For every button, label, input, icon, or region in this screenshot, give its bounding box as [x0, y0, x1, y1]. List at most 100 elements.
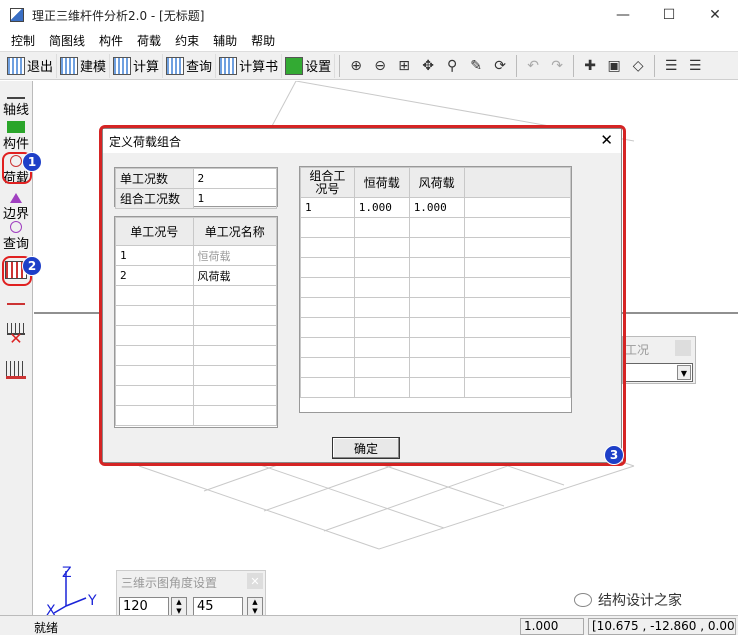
query-tool[interactable]: 查询: [1, 221, 31, 252]
axis-tool[interactable]: 轴线: [1, 87, 31, 118]
table-cell[interactable]: [463, 377, 572, 398]
table-cell[interactable]: [115, 405, 194, 426]
member-tool[interactable]: 构件: [1, 121, 31, 152]
table-cell[interactable]: [353, 377, 410, 398]
table-cell[interactable]: [115, 345, 194, 366]
load-edit-tool[interactable]: [1, 361, 31, 379]
build-button[interactable]: 建模: [57, 53, 111, 78]
table-cell[interactable]: [115, 305, 194, 326]
table-cell[interactable]: [192, 365, 278, 386]
table-cell[interactable]: 恒荷载: [192, 245, 278, 266]
table-cell[interactable]: [300, 377, 355, 398]
exit-button[interactable]: 退出: [4, 53, 58, 78]
crosshair-icon[interactable]: ✚: [578, 54, 602, 78]
spin-up-icon[interactable]: ▲: [252, 598, 257, 607]
table-cell[interactable]: [408, 357, 465, 378]
rotate-icon[interactable]: ⟳: [488, 54, 512, 78]
table-cell[interactable]: 风荷载: [192, 265, 278, 286]
table-cell[interactable]: [353, 317, 410, 338]
table-cell[interactable]: [408, 337, 465, 358]
table-cell[interactable]: [353, 217, 410, 238]
table-cell[interactable]: [408, 217, 465, 238]
menu-load[interactable]: 荷载: [130, 32, 168, 49]
redo-icon[interactable]: ↷: [545, 54, 569, 78]
table-cell[interactable]: [300, 297, 355, 318]
table-cell[interactable]: [300, 217, 355, 238]
table-cell[interactable]: [408, 277, 465, 298]
table-cell[interactable]: 1: [300, 197, 355, 218]
table-cell[interactable]: [463, 197, 572, 218]
menu-control[interactable]: 控制: [4, 32, 42, 49]
table-cell[interactable]: [408, 317, 465, 338]
background-panel-close[interactable]: [675, 340, 691, 356]
table-cell[interactable]: [115, 285, 194, 306]
zoom-window-icon[interactable]: ⊞: [392, 54, 416, 78]
gem-icon[interactable]: ◇: [626, 54, 650, 78]
table-cell[interactable]: [300, 317, 355, 338]
settings-button[interactable]: 设置: [282, 53, 336, 78]
minimize-button[interactable]: —: [600, 0, 646, 30]
table-cell[interactable]: [408, 377, 465, 398]
angle-input-1[interactable]: 120: [119, 597, 169, 617]
boundary-tool[interactable]: 边界: [1, 191, 31, 222]
table-cell[interactable]: [192, 325, 278, 346]
table-cell[interactable]: [353, 337, 410, 358]
table-cell[interactable]: [300, 357, 355, 378]
table-cell[interactable]: [463, 337, 572, 358]
menu-diagram-line[interactable]: 简图线: [42, 32, 92, 49]
table-cell[interactable]: [192, 345, 278, 366]
table-cell[interactable]: [192, 305, 278, 326]
zoom-in-icon[interactable]: ⊕: [344, 54, 368, 78]
table-cell[interactable]: 2: [115, 265, 194, 286]
layers-alt-icon[interactable]: ☰: [683, 54, 707, 78]
redraw-icon[interactable]: ✎: [464, 54, 488, 78]
table-cell[interactable]: [463, 217, 572, 238]
maximize-button[interactable]: ☐: [646, 0, 692, 30]
table-cell[interactable]: [463, 317, 572, 338]
menu-constraint[interactable]: 约束: [168, 32, 206, 49]
table-cell[interactable]: [115, 365, 194, 386]
dialog-close-icon[interactable]: ✕: [600, 131, 613, 149]
query-button[interactable]: 查询: [163, 53, 217, 78]
calc-book-button[interactable]: 计算书: [216, 53, 283, 78]
table-cell[interactable]: [353, 257, 410, 278]
combo-count-value[interactable]: 1: [192, 188, 278, 209]
case-dropdown[interactable]: ▼: [625, 363, 693, 382]
zoom-out-icon[interactable]: ⊖: [368, 54, 392, 78]
angle-input-2[interactable]: 45: [193, 597, 243, 617]
table-cell[interactable]: [463, 297, 572, 318]
undo-icon[interactable]: ↶: [521, 54, 545, 78]
single-count-value[interactable]: 2: [192, 168, 278, 189]
table-cell[interactable]: [192, 285, 278, 306]
table-cell[interactable]: [463, 237, 572, 258]
zoom-fit-icon[interactable]: ⚲: [440, 54, 464, 78]
table-cell[interactable]: [192, 405, 278, 426]
angle-spinner-1[interactable]: ▲ ▼: [171, 597, 187, 617]
ok-button[interactable]: 确定: [332, 437, 400, 459]
table-cell[interactable]: [300, 277, 355, 298]
spin-up-icon[interactable]: ▲: [176, 598, 181, 607]
close-button[interactable]: ✕: [692, 0, 738, 30]
table-cell[interactable]: [353, 277, 410, 298]
delete-load-tool[interactable]: ✕: [1, 329, 31, 348]
angle-panel-close-icon[interactable]: ✕: [247, 573, 263, 589]
table-cell[interactable]: [408, 237, 465, 258]
table-cell[interactable]: [408, 257, 465, 278]
frame-icon[interactable]: ▣: [602, 54, 626, 78]
table-cell[interactable]: [408, 297, 465, 318]
table-cell[interactable]: [300, 257, 355, 278]
point-load-tool[interactable]: [1, 293, 31, 305]
table-cell[interactable]: [353, 237, 410, 258]
table-cell[interactable]: [300, 337, 355, 358]
layers-icon[interactable]: ☰: [659, 54, 683, 78]
table-cell[interactable]: [463, 257, 572, 278]
table-cell[interactable]: [463, 277, 572, 298]
table-cell[interactable]: [115, 325, 194, 346]
pan-icon[interactable]: ✥: [416, 54, 440, 78]
table-cell[interactable]: 1.000: [408, 197, 465, 218]
angle-spinner-2[interactable]: ▲ ▼: [247, 597, 263, 617]
menu-member[interactable]: 构件: [92, 32, 130, 49]
table-cell[interactable]: [192, 385, 278, 406]
menu-help[interactable]: 帮助: [244, 32, 282, 49]
table-cell[interactable]: [463, 357, 572, 378]
